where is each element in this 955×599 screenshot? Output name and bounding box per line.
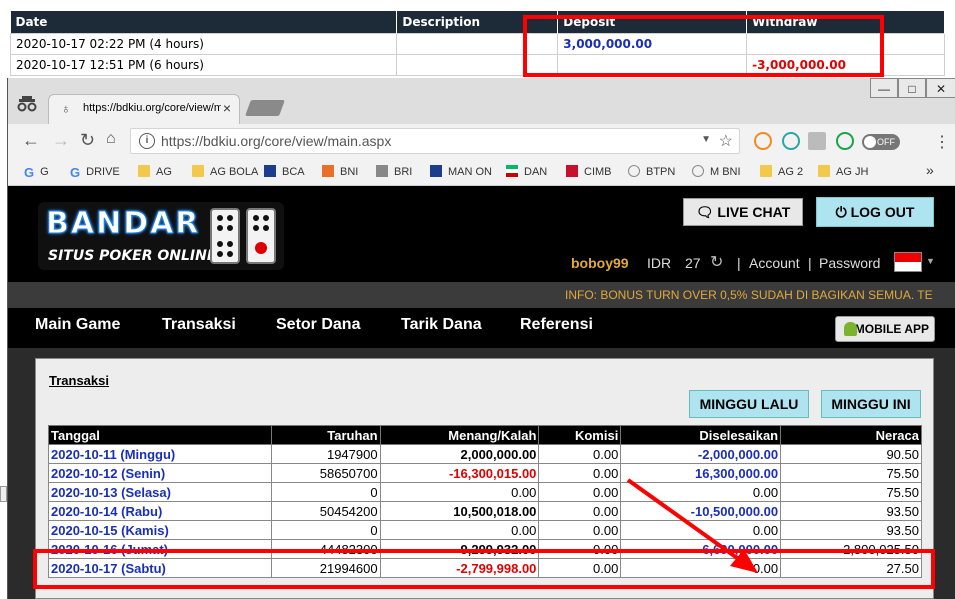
annotation-arrow-icon: [626, 478, 758, 573]
